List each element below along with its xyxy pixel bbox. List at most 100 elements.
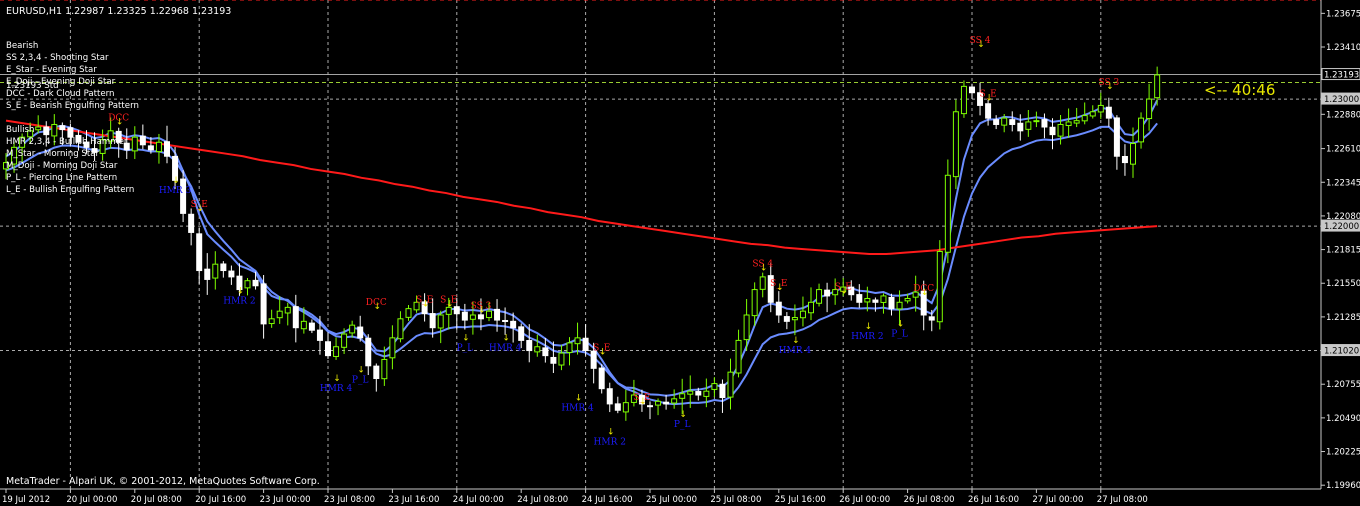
- x-tick-label: 25 Jul 00:00: [646, 495, 697, 505]
- candle-body: [969, 86, 975, 94]
- candle-body: [486, 310, 492, 319]
- x-tick-label: 19 Jul 2012: [2, 495, 50, 505]
- pattern-arrow-icon: ↓: [116, 118, 124, 128]
- pattern-arrow-icon: ↓: [237, 287, 245, 297]
- candle-body: [550, 356, 557, 364]
- x-tick-label: 25 Jul 16:00: [775, 495, 826, 505]
- candle-body: [1146, 98, 1153, 120]
- candle-body: [791, 317, 798, 321]
- pattern-arrow-icon: ↓: [575, 393, 583, 403]
- y-tick-label: 1.21815: [1326, 246, 1360, 256]
- pattern-arrow-icon: ↓: [374, 302, 382, 312]
- pattern-arrow-icon: ↓: [196, 204, 204, 214]
- candle-body: [300, 320, 307, 330]
- candle-body: [518, 326, 525, 341]
- legend-bearish-item: S_E - Bearish Engulfing Pattern: [6, 101, 139, 111]
- candle-body: [1041, 119, 1048, 128]
- pattern-arrow-icon: ↓: [865, 322, 873, 332]
- candle-body: [880, 295, 887, 303]
- candle-body: [614, 403, 621, 411]
- pattern-arrow-icon: ↓: [1106, 82, 1114, 92]
- candle-body: [799, 310, 806, 319]
- x-tick-label: 27 Jul 08:00: [1097, 495, 1148, 505]
- candle-body: [1017, 122, 1024, 132]
- price-chart[interactable]: DCC↓S_E↓HMR 3↓HMR 2↓DCC↓HMR 4↓ P_L↓S_E↓ S_…: [0, 0, 1360, 506]
- price-box-label: 1.22000: [1324, 222, 1359, 232]
- candle-body: [751, 289, 758, 317]
- candle-body: [985, 103, 992, 119]
- candle-body: [260, 283, 267, 325]
- candle-body: [1089, 111, 1096, 117]
- x-tick-label: 24 Jul 00:00: [453, 495, 504, 505]
- candle-body: [590, 350, 597, 369]
- candle-body: [43, 126, 50, 136]
- price-box-label: 1.21020: [1324, 347, 1359, 357]
- candle-body: [783, 316, 790, 322]
- candle-body: [389, 337, 396, 359]
- candle-body: [510, 320, 517, 329]
- candle-body: [759, 276, 766, 290]
- candle-body: [373, 365, 380, 379]
- countdown-timer: <-- 40:46: [1204, 81, 1275, 99]
- candle-body: [671, 398, 678, 404]
- candle-body: [155, 141, 162, 153]
- pattern-arrow-icon: ↓: [357, 365, 365, 375]
- candle-body: [888, 296, 895, 310]
- candle-body: [147, 145, 154, 151]
- candle-body: [687, 390, 694, 395]
- x-tick-label: 27 Jul 00:00: [1032, 495, 1083, 505]
- y-tick-label: 1.23675: [1326, 9, 1360, 19]
- x-tick-label: 20 Jul 16:00: [195, 495, 246, 505]
- y-tick-label: 1.21550: [1326, 279, 1360, 289]
- candle-body: [703, 390, 710, 397]
- pattern-arrow-icon: ↓: [840, 287, 848, 297]
- pattern-arrow-icon: ↓: [897, 320, 905, 330]
- candle-body: [494, 308, 501, 321]
- candle-body: [196, 233, 203, 272]
- candle-body: [1154, 74, 1161, 99]
- y-tick-label: 1.20490: [1326, 414, 1360, 424]
- candle-body: [164, 141, 170, 157]
- candle-body: [928, 316, 935, 321]
- y-tick-label: 1.23410: [1326, 43, 1360, 53]
- x-tick-label: 24 Jul 16:00: [582, 495, 633, 505]
- candle-body: [1033, 120, 1040, 123]
- y-tick-label: 1.22880: [1326, 110, 1360, 120]
- legend-bullish-item: L_E - Bullish Engulfing Pattern: [6, 185, 134, 195]
- x-tick-label: 20 Jul 00:00: [66, 495, 117, 505]
- candle-body: [526, 340, 533, 352]
- candle-body: [606, 388, 613, 405]
- candle-body: [775, 301, 782, 316]
- pattern-label: HMR 2: [851, 332, 883, 342]
- candle-body: [252, 279, 259, 287]
- x-tick-label: 20 Jul 08:00: [131, 495, 182, 505]
- candle-body: [1105, 106, 1112, 119]
- pattern-arrow-icon: ↓: [776, 283, 784, 293]
- pattern-label: HMR 2: [594, 438, 626, 448]
- candle-body: [1130, 143, 1136, 165]
- legend-bearish-item: E_Star - Evening Star: [6, 65, 97, 75]
- pattern-arrow-icon: ↓: [422, 299, 430, 309]
- candle-body: [1025, 121, 1032, 130]
- candle-body: [727, 371, 734, 398]
- candle-body: [711, 383, 718, 390]
- candle-body: [502, 319, 509, 322]
- candle-body: [598, 367, 605, 390]
- pattern-label: P_L: [352, 375, 369, 385]
- pattern-label: HMR 4: [489, 344, 522, 354]
- y-tick-label: 1.19960: [1326, 481, 1360, 491]
- candle-body: [180, 178, 187, 214]
- pattern-label: HMR 4: [320, 384, 353, 394]
- pattern-arrow-icon: ↓: [333, 374, 341, 384]
- pattern-arrow-icon: ↓: [599, 348, 607, 358]
- candle-body: [864, 297, 871, 303]
- candle-body: [381, 358, 388, 380]
- candle-body: [397, 318, 404, 340]
- candle-body: [936, 250, 943, 323]
- candle-body: [952, 111, 959, 178]
- candle-body: [695, 391, 702, 396]
- candle-body: [139, 135, 146, 146]
- pattern-arrow-icon: ↓: [985, 94, 993, 104]
- candle-body: [131, 136, 138, 152]
- candle-body: [1073, 120, 1080, 124]
